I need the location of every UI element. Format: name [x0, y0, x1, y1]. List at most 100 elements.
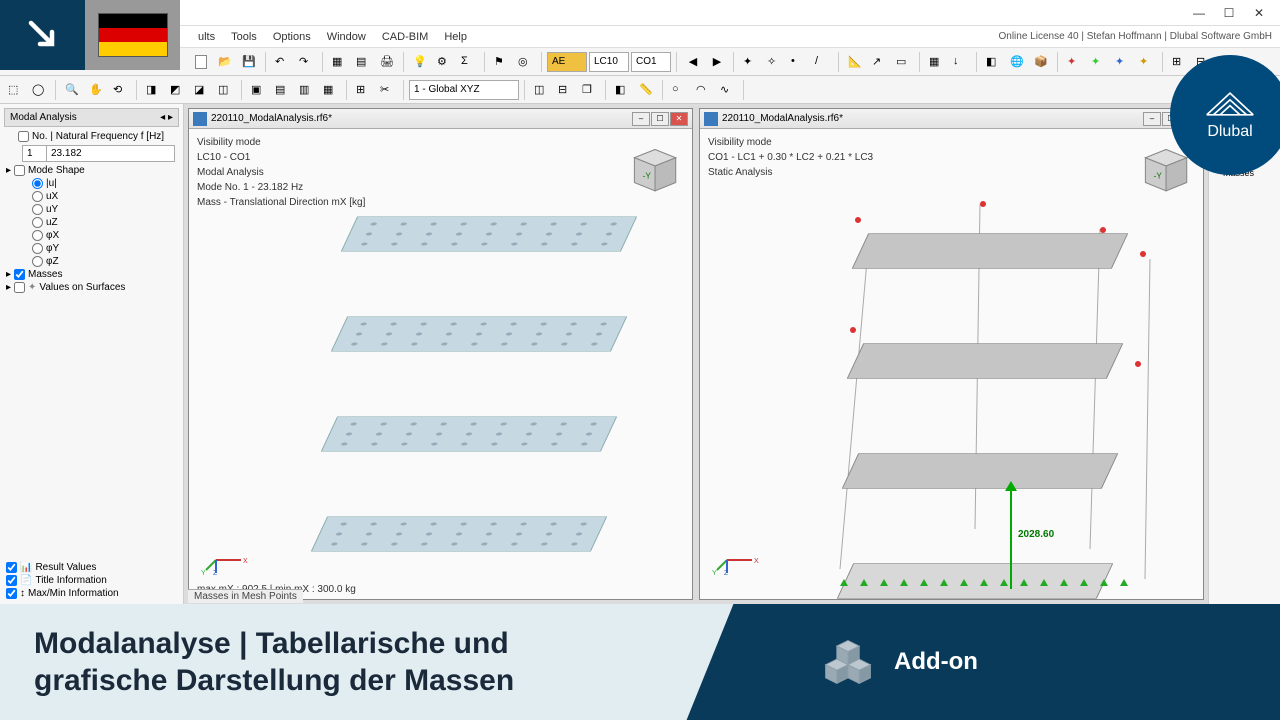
- view-left-close[interactable]: ✕: [670, 112, 688, 126]
- toolbar-color2-icon[interactable]: ✦: [1087, 51, 1109, 73]
- tb2-render1-icon[interactable]: ▣: [247, 79, 269, 101]
- menu-results[interactable]: ults: [190, 31, 223, 43]
- toolbar-color4-icon[interactable]: ✦: [1135, 51, 1157, 73]
- tb2-rotate-icon[interactable]: ⟲: [109, 79, 131, 101]
- toolbar-misc1-icon[interactable]: ⊞: [1168, 51, 1190, 73]
- tb2-view-top-icon[interactable]: ◩: [166, 79, 188, 101]
- freq-checkbox[interactable]: [18, 131, 29, 142]
- toolbar-new-icon[interactable]: [190, 51, 212, 73]
- toolbar-axis-icon[interactable]: ✦: [739, 51, 761, 73]
- view-left-canvas[interactable]: Visibility mode LC10 - CO1 Modal Analysi…: [189, 129, 692, 599]
- window-minimize-button[interactable]: —: [1184, 3, 1214, 23]
- radio-u[interactable]: [32, 178, 43, 189]
- wire-building-viz: 2028.60: [800, 199, 1160, 599]
- tb2-view-front-icon[interactable]: ◪: [190, 79, 212, 101]
- freq-table[interactable]: 1 23.182: [22, 145, 175, 162]
- view-right-min[interactable]: –: [1143, 112, 1161, 126]
- toolbar-grid-icon[interactable]: ▦: [328, 51, 350, 73]
- toolbar-arrow2-icon[interactable]: ↗: [868, 51, 890, 73]
- view-left-titlebar[interactable]: 220110_ModalAnalysis.rf6* – ☐ ✕: [189, 109, 692, 129]
- toolbar-node-icon[interactable]: •: [787, 51, 809, 73]
- view-cube-icon[interactable]: -Y: [622, 135, 684, 197]
- toolbar-target-icon[interactable]: ◎: [514, 51, 536, 73]
- tb2-render2-icon[interactable]: ▤: [271, 79, 293, 101]
- menubar: ults Tools Options Window CAD-BIM Help O…: [0, 26, 1280, 48]
- tb2-circle-icon[interactable]: ○: [668, 79, 690, 101]
- toolbar-arrow-left-icon[interactable]: ◀: [682, 51, 704, 73]
- toolbar-save-icon[interactable]: 💾: [238, 51, 260, 73]
- tb2-view-side-icon[interactable]: ◫: [214, 79, 236, 101]
- menu-tools[interactable]: Tools: [223, 31, 265, 43]
- tb2-cube2-icon[interactable]: ◧: [611, 79, 633, 101]
- combo-ae[interactable]: AE: [547, 52, 587, 72]
- toolbar-box-icon[interactable]: 📦: [1030, 51, 1052, 73]
- toolbar-undo-icon[interactable]: ↶: [271, 51, 293, 73]
- mode-shape-check[interactable]: [14, 165, 25, 176]
- radio-phiz[interactable]: [32, 256, 43, 267]
- window-close-button[interactable]: ✕: [1244, 3, 1274, 23]
- radio-phix[interactable]: [32, 230, 43, 241]
- toolbar-cube-icon[interactable]: ◧: [982, 51, 1004, 73]
- tb2-render4-icon[interactable]: ▦: [319, 79, 341, 101]
- view-right-canvas[interactable]: Visibility mode CO1 - LC1 + 0.30 * LC2 +…: [700, 129, 1203, 599]
- radio-phiy[interactable]: [32, 243, 43, 254]
- menu-window[interactable]: Window: [319, 31, 374, 43]
- toolbar-bulb-icon[interactable]: 💡: [409, 51, 431, 73]
- tb2-arc-icon[interactable]: ◠: [692, 79, 714, 101]
- view-left-max[interactable]: ☐: [651, 112, 669, 126]
- toolbar-open-icon[interactable]: 📂: [214, 51, 236, 73]
- masses-row[interactable]: ▸Masses: [4, 268, 179, 281]
- check-result-values[interactable]: [6, 562, 17, 573]
- tb2-pan-icon[interactable]: ✋: [85, 79, 107, 101]
- masses-check[interactable]: [14, 269, 25, 280]
- tb2-view-iso-icon[interactable]: ◨: [142, 79, 164, 101]
- view-left-min[interactable]: –: [632, 112, 650, 126]
- toolbar-flag-icon[interactable]: ⚑: [490, 51, 512, 73]
- toolbar-color3-icon[interactable]: ✦: [1111, 51, 1133, 73]
- toolbar-mesh-icon[interactable]: ▦: [925, 51, 947, 73]
- window-maximize-button[interactable]: ☐: [1214, 3, 1244, 23]
- sidebar-panel-title[interactable]: Modal Analysis ◂ ▸: [4, 108, 179, 127]
- view-right-titlebar[interactable]: 220110_ModalAnalysis.rf6* – ☐ ✕: [700, 109, 1203, 129]
- toolbar-calc-icon[interactable]: Σ: [457, 51, 479, 73]
- toolbar-earth-icon[interactable]: 🌐: [1006, 51, 1028, 73]
- menu-help[interactable]: Help: [436, 31, 475, 43]
- radio-ux[interactable]: [32, 191, 43, 202]
- combo-co[interactable]: CO1: [631, 52, 671, 72]
- toolbar-snap-icon[interactable]: ✧: [763, 51, 785, 73]
- tb2-tile-v-icon[interactable]: ⊟: [554, 79, 576, 101]
- radio-uy[interactable]: [32, 204, 43, 215]
- bottom-tab[interactable]: Masses in Mesh Points: [188, 589, 303, 603]
- check-maxmin[interactable]: [6, 588, 17, 599]
- toolbar-select-icon[interactable]: ▭: [892, 51, 914, 73]
- tb2-zoom-icon[interactable]: 🔍: [61, 79, 83, 101]
- toolbar-load-icon[interactable]: ↓: [949, 51, 971, 73]
- tb2-grid2-icon[interactable]: ⊞: [352, 79, 374, 101]
- combo-csys[interactable]: 1 - Global XYZ: [409, 80, 519, 100]
- toolbar-print-icon[interactable]: 🖨: [376, 51, 398, 73]
- tb2-select-icon[interactable]: ⬚: [4, 79, 26, 101]
- label-u: |u|: [46, 178, 57, 189]
- tb2-measure-icon[interactable]: 📏: [635, 79, 657, 101]
- toolbar-gear-icon[interactable]: ⚙: [433, 51, 455, 73]
- menu-options[interactable]: Options: [265, 31, 319, 43]
- tb2-tile-h-icon[interactable]: ◫: [530, 79, 552, 101]
- tb2-render3-icon[interactable]: ▥: [295, 79, 317, 101]
- toolbar-dim-icon[interactable]: 📐: [844, 51, 866, 73]
- radio-uz[interactable]: [32, 217, 43, 228]
- menu-cad-bim[interactable]: CAD-BIM: [374, 31, 436, 43]
- toolbar-layers-icon[interactable]: ▤: [352, 51, 374, 73]
- combo-lc[interactable]: LC10: [589, 52, 629, 72]
- check-title-info[interactable]: [6, 575, 17, 586]
- toolbar-redo-icon[interactable]: ↷: [295, 51, 317, 73]
- tb2-clip-icon[interactable]: ✂: [376, 79, 398, 101]
- vos-check[interactable]: [14, 282, 25, 293]
- tb2-lasso-icon[interactable]: ◯: [28, 79, 50, 101]
- mode-shape-row[interactable]: ▸ Mode Shape: [4, 164, 179, 177]
- tb2-spline-icon[interactable]: ∿: [716, 79, 738, 101]
- toolbar-line-icon[interactable]: /: [811, 51, 833, 73]
- toolbar-color1-icon[interactable]: ✦: [1063, 51, 1085, 73]
- toolbar-arrow-right-icon[interactable]: ▶: [706, 51, 728, 73]
- vos-row[interactable]: ▸✦Values on Surfaces: [4, 281, 179, 294]
- tb2-cascade-icon[interactable]: ❐: [578, 79, 600, 101]
